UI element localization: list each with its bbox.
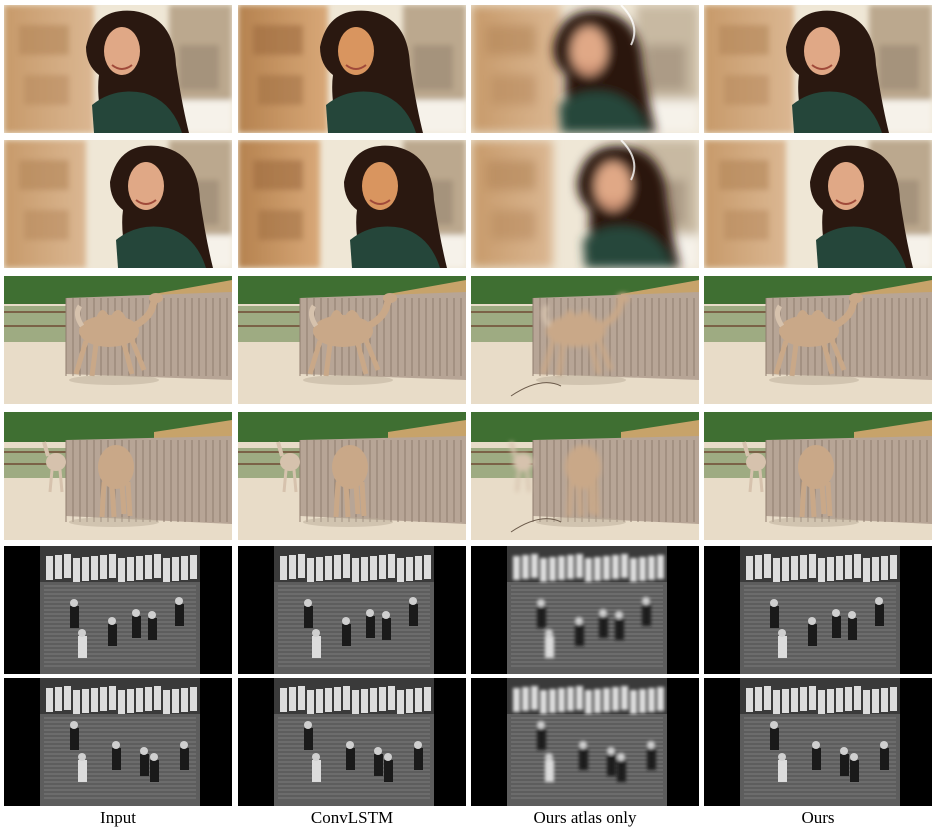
image-woman-portrait-a-input [4,5,232,133]
image-camel-enclosure-a-input [4,276,232,404]
image-bw-staircase-crowd-b-input [4,678,232,806]
image-camel-enclosure-a-ours [704,276,932,404]
image-camel-enclosure-b-ours-atlas-only [471,412,699,540]
image-woman-portrait-b-input [4,140,232,268]
image-bw-staircase-crowd-b-convlstm [238,678,466,806]
image-bw-staircase-crowd-a-input [4,546,232,674]
image-camel-enclosure-a-ours-atlas-only [471,276,699,404]
image-camel-enclosure-b-convlstm [238,412,466,540]
image-woman-portrait-b-ours [704,140,932,268]
image-woman-portrait-a-ours-atlas-only [471,5,699,133]
image-bw-staircase-crowd-a-ours-atlas-only [471,546,699,674]
column-label-ours-atlas-only: Ours atlas only [533,808,637,827]
image-bw-staircase-crowd-a-convlstm [238,546,466,674]
image-camel-enclosure-b-ours [704,412,932,540]
column-label-ours: Ours [801,808,835,827]
image-woman-portrait-b-ours-atlas-only [471,140,699,268]
column-label-input: Input [100,808,136,827]
column-label-convlstm: ConvLSTM [310,808,394,827]
image-camel-enclosure-a-convlstm [238,276,466,404]
image-bw-staircase-crowd-b-ours-atlas-only [471,678,699,806]
image-woman-portrait-a-convlstm [238,5,466,133]
image-bw-staircase-crowd-a-ours [704,546,932,674]
comparison-grid [0,0,936,834]
image-bw-staircase-crowd-b-ours [704,678,932,806]
image-woman-portrait-b-convlstm [238,140,466,268]
image-woman-portrait-a-ours [704,5,932,133]
image-camel-enclosure-b-input [4,412,232,540]
